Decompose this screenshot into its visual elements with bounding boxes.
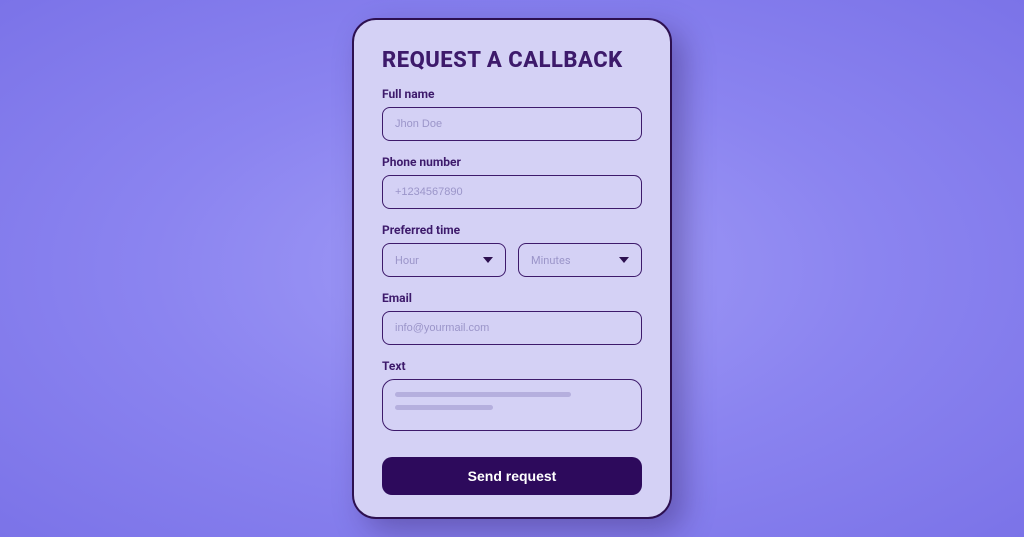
text-placeholder-line [395, 392, 571, 397]
form-title: REQUEST A CALLBACK [382, 48, 642, 73]
phone-input[interactable] [382, 175, 642, 209]
time-select-row: Hour Minutes [382, 243, 642, 277]
text-placeholder-line [395, 405, 493, 410]
fullname-label: Full name [382, 87, 642, 101]
callback-form-card: REQUEST A CALLBACK Full name Phone numbe… [352, 18, 672, 519]
preferred-time-label: Preferred time [382, 223, 642, 237]
email-label: Email [382, 291, 642, 305]
phone-group: Phone number [382, 155, 642, 209]
hour-select[interactable]: Hour [382, 243, 506, 277]
preferred-time-group: Preferred time Hour Minutes [382, 223, 642, 277]
fullname-group: Full name [382, 87, 642, 141]
minutes-select-placeholder: Minutes [531, 254, 571, 267]
email-input[interactable] [382, 311, 642, 345]
phone-label: Phone number [382, 155, 642, 169]
email-group: Email [382, 291, 642, 345]
text-label: Text [382, 359, 642, 373]
send-request-button[interactable]: Send request [382, 457, 642, 495]
fullname-input[interactable] [382, 107, 642, 141]
hour-select-placeholder: Hour [395, 254, 419, 267]
minutes-select[interactable]: Minutes [518, 243, 642, 277]
text-textarea[interactable] [382, 379, 642, 431]
caret-down-icon [619, 257, 629, 263]
caret-down-icon [483, 257, 493, 263]
text-group: Text [382, 359, 642, 431]
